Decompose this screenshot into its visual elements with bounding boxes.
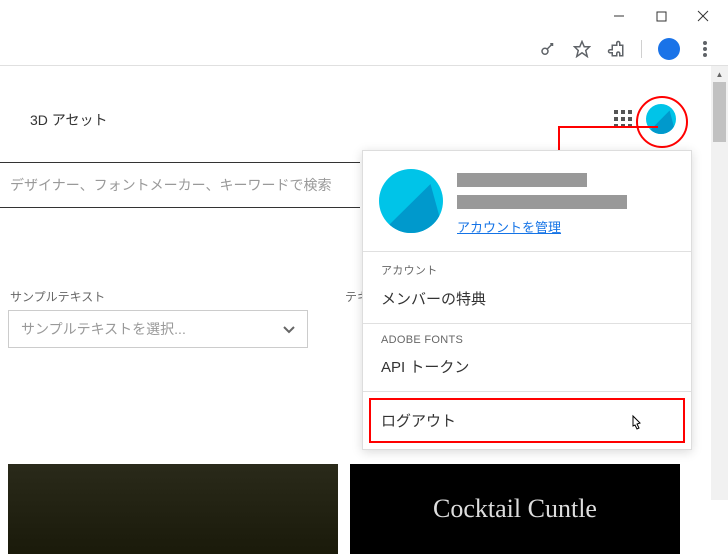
menu-item-api-token[interactable]: API トークン — [381, 356, 673, 377]
user-avatar-large — [379, 169, 443, 233]
scroll-thumb[interactable] — [713, 82, 726, 142]
section-label-fonts: ADOBE FONTS — [381, 334, 673, 346]
toolbar-divider — [641, 40, 642, 58]
kebab-menu-icon[interactable] — [696, 40, 714, 58]
maximize-button[interactable] — [654, 9, 668, 23]
minimize-button[interactable] — [612, 9, 626, 23]
menu-item-benefits[interactable]: メンバーの特典 — [381, 288, 673, 309]
font-thumb-1[interactable] — [8, 464, 338, 554]
page-content: 3D アセット デザイナー、フォントメーカー、キーワードで検索 サンプルテキスト… — [0, 66, 710, 500]
dropdown-section-fonts: ADOBE FONTS API トークン — [363, 323, 691, 391]
user-avatar-button[interactable] — [646, 104, 676, 134]
select-placeholder: サンプルテキストを選択... — [21, 319, 186, 339]
cursor-pointer-icon — [627, 414, 643, 439]
browser-profile-avatar[interactable] — [658, 38, 680, 60]
manage-account-link[interactable]: アカウントを管理 — [457, 220, 561, 235]
key-icon[interactable] — [539, 40, 557, 58]
search-input[interactable]: デザイナー、フォントメーカー、キーワードで検索 — [0, 162, 360, 208]
sample-text-select[interactable]: サンプルテキストを選択... — [8, 310, 308, 348]
dropdown-header: アカウントを管理 — [363, 151, 691, 251]
scroll-up-arrow[interactable]: ▲ — [711, 66, 728, 82]
user-name-redacted — [457, 173, 587, 187]
vertical-scrollbar[interactable]: ▲ — [711, 66, 728, 500]
apps-grid-icon[interactable] — [614, 110, 632, 128]
font-thumbnails: Cocktail Cuntle — [8, 464, 680, 554]
sample-text-label: サンプルテキスト — [10, 288, 105, 305]
account-dropdown: アカウントを管理 アカウント メンバーの特典 ADOBE FONTS API ト… — [362, 150, 692, 450]
extensions-icon[interactable] — [607, 40, 625, 58]
font-thumb-2[interactable]: Cocktail Cuntle — [350, 464, 680, 554]
logout-label: ログアウト — [381, 413, 456, 430]
close-button[interactable] — [696, 9, 710, 23]
nav-tab-3d-assets[interactable]: 3D アセット — [30, 110, 108, 130]
dropdown-section-account: アカウント メンバーの特典 — [363, 251, 691, 323]
user-email-redacted — [457, 195, 627, 209]
browser-toolbar — [539, 32, 728, 66]
star-icon[interactable] — [573, 40, 591, 58]
user-info: アカウントを管理 — [457, 169, 675, 237]
window-controls — [612, 0, 728, 32]
menu-item-logout[interactable]: ログアウト — [363, 391, 691, 449]
section-label-account: アカウント — [381, 262, 673, 278]
chevron-down-icon — [283, 321, 295, 337]
